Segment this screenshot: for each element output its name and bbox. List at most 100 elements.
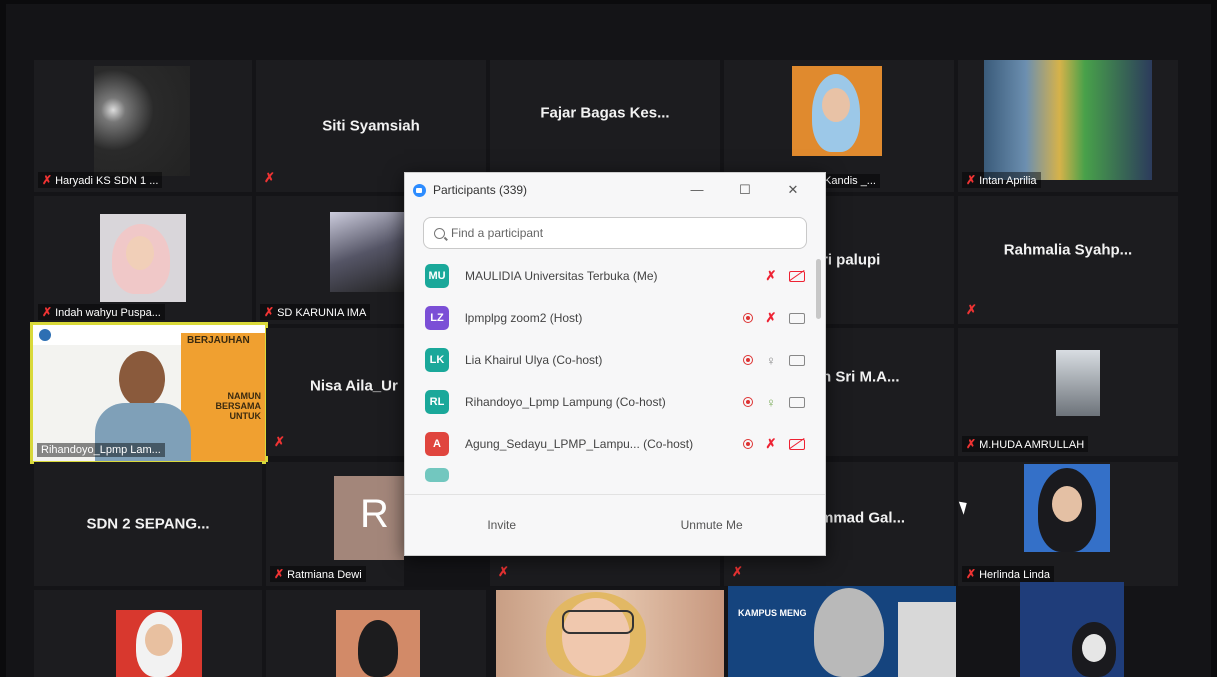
video-tile-unnamed[interactable]: ✗ bbox=[490, 556, 720, 586]
avatar: LZ bbox=[425, 306, 449, 330]
recording-icon bbox=[743, 313, 753, 323]
video-tile-sri[interactable]: h Sri M.A... bbox=[818, 328, 954, 456]
participant-row[interactable]: LZ lpmplpg zoom2 (Host) ✗ bbox=[405, 297, 825, 339]
participant-video bbox=[898, 602, 956, 677]
participant-video bbox=[126, 236, 154, 270]
video-icon[interactable] bbox=[789, 396, 805, 408]
mic-muted-icon: ✗ bbox=[966, 567, 977, 581]
participant-video bbox=[330, 212, 404, 292]
participant-name: Lia Khairul Ulya (Co-host) bbox=[465, 353, 603, 367]
mic-muted-icon: ✗ bbox=[966, 302, 977, 317]
participant-video bbox=[814, 588, 884, 677]
invite-button[interactable]: Invite bbox=[473, 512, 530, 538]
participant-name-label: ✗ SD KARUNIA IMA bbox=[260, 304, 371, 320]
video-tile-row5-5[interactable] bbox=[1020, 582, 1124, 677]
participant-name-label: ✗ Haryadi KS SDN 1 ... bbox=[38, 172, 163, 188]
video-tile-herlinda[interactable]: ✗ Herlinda Linda bbox=[958, 462, 1178, 586]
video-tile-karunia[interactable]: ✗ SD KARUNIA IMA bbox=[256, 196, 404, 324]
search-icon bbox=[434, 227, 445, 239]
participants-footer: Invite Unmute Me bbox=[405, 494, 825, 555]
video-off-icon[interactable] bbox=[789, 438, 805, 450]
mic-muted-icon: ✗ bbox=[732, 564, 743, 579]
participant-list[interactable]: MU MAULIDIA Universitas Terbuka (Me) ✗ L… bbox=[405, 255, 825, 501]
video-tile-haryadi[interactable]: ✗ Haryadi KS SDN 1 ... bbox=[34, 60, 252, 192]
participant-row[interactable]: RL Rihandoyo_Lpmp Lampung (Co-host) ♀ bbox=[405, 381, 825, 423]
participant-search-input[interactable]: Find a participant bbox=[423, 217, 807, 249]
participant-name: lpmplpg zoom2 (Host) bbox=[465, 311, 583, 325]
participant-name-label: ✗ Indah wahyu Puspa... bbox=[38, 304, 165, 320]
participant-row[interactable]: MU MAULIDIA Universitas Terbuka (Me) ✗ bbox=[405, 255, 825, 297]
participant-name-label: ✗ Ratmiana Dewi bbox=[270, 566, 366, 582]
mic-muted-icon[interactable]: ✗ bbox=[763, 268, 779, 284]
participant-name-label: Rihandoyo_Lpmp Lam... bbox=[37, 443, 165, 457]
mic-muted-icon: ✗ bbox=[264, 305, 275, 319]
mic-muted-icon: ✗ bbox=[264, 170, 275, 185]
recording-icon bbox=[743, 439, 753, 449]
video-tile-rihandoyo-active-speaker[interactable]: BERJAUHAN NAMUN BERSAMA UNTUK Rihandoyo_… bbox=[30, 322, 268, 464]
participant-name-label: ✗ Intan Aprilia bbox=[962, 172, 1041, 188]
video-tile-nisa[interactable]: Nisa Aila_Ur ✗ bbox=[266, 328, 404, 456]
recording-icon bbox=[743, 397, 753, 407]
participant-row[interactable]: A Agung_Sedayu_LPMP_Lampu... (Co-host) ✗ bbox=[405, 423, 825, 465]
avatar: RL bbox=[425, 390, 449, 414]
participant-name: SDN 2 SEPANG... bbox=[86, 515, 210, 533]
mic-muted-icon: ✗ bbox=[274, 434, 285, 449]
slide-text: BERJAUHAN bbox=[187, 335, 250, 346]
mic-muted-icon: ✗ bbox=[42, 305, 53, 319]
mic-active-icon[interactable]: ♀ bbox=[763, 395, 779, 410]
participants-window[interactable]: Participants (339) — ☐ ✕ Find a particip… bbox=[404, 172, 826, 556]
participant-name: Rahmalia Syahp... bbox=[1003, 241, 1133, 259]
mic-muted-icon: ✗ bbox=[42, 173, 53, 187]
avatar: LK bbox=[425, 348, 449, 372]
video-tile-huda[interactable]: ✗ M.HUDA AMRULLAH bbox=[958, 328, 1178, 456]
avatar: MU bbox=[425, 264, 449, 288]
participants-titlebar[interactable]: Participants (339) — ☐ ✕ bbox=[405, 173, 825, 207]
participant-video bbox=[94, 66, 190, 176]
mic-muted-icon[interactable]: ✗ bbox=[763, 436, 779, 452]
minimize-button[interactable]: — bbox=[673, 182, 721, 198]
participant-row[interactable]: LK Lia Khairul Ulya (Co-host) ♀ bbox=[405, 339, 825, 381]
participant-name-label: ✗ M.HUDA AMRULLAH bbox=[962, 436, 1089, 452]
video-off-icon[interactable] bbox=[789, 270, 805, 282]
participant-name: mmad Gal... bbox=[820, 509, 906, 527]
video-tile-sdn2[interactable]: SDN 2 SEPANG... bbox=[34, 462, 262, 586]
video-tile-kampus[interactable]: KAMPUS MENG bbox=[728, 586, 956, 677]
mic-icon[interactable]: ♀ bbox=[763, 353, 779, 368]
participant-name-label: ✗ Herlinda Linda bbox=[962, 566, 1054, 582]
close-button[interactable]: ✕ bbox=[769, 182, 817, 198]
video-icon[interactable] bbox=[789, 312, 805, 324]
participant-row-partial[interactable] bbox=[405, 465, 825, 485]
video-tile-row5-1[interactable] bbox=[34, 590, 262, 677]
scrollbar[interactable] bbox=[816, 259, 821, 319]
participant-name: ri palupi bbox=[822, 251, 881, 269]
video-icon[interactable] bbox=[789, 354, 805, 366]
unmute-me-button[interactable]: Unmute Me bbox=[667, 512, 757, 538]
participant-name-label: Kandis _... bbox=[820, 174, 880, 188]
video-tile-intan[interactable]: ✗ Intan Aprilia bbox=[958, 60, 1178, 192]
participant-video bbox=[1082, 634, 1106, 662]
avatar bbox=[425, 468, 449, 482]
video-tile-indah[interactable]: ✗ Indah wahyu Puspa... bbox=[34, 196, 252, 324]
participant-name: Fajar Bagas Kes... bbox=[540, 104, 670, 122]
participant-name: Siti Syamsiah bbox=[322, 117, 420, 135]
zoom-gallery-view: ✗ Haryadi KS SDN 1 ... Siti Syamsiah ✗ Fa… bbox=[6, 4, 1211, 677]
maximize-button[interactable]: ☐ bbox=[721, 182, 769, 198]
mic-muted-icon[interactable]: ✗ bbox=[763, 310, 779, 326]
avatar-initial: R bbox=[360, 492, 389, 536]
video-tile-ratmiana[interactable]: R ✗ Ratmiana Dewi bbox=[266, 462, 404, 586]
recording-icon bbox=[743, 355, 753, 365]
video-tile-row5-2[interactable] bbox=[266, 590, 486, 677]
participant-name: Agung_Sedayu_LPMP_Lampu... (Co-host) bbox=[465, 437, 694, 451]
mic-muted-icon: ✗ bbox=[966, 437, 977, 451]
search-placeholder: Find a participant bbox=[451, 226, 544, 240]
video-tile-rahmalia[interactable]: Rahmalia Syahp... ✗ bbox=[958, 196, 1178, 324]
participant-video bbox=[822, 88, 850, 122]
video-tile-palupi[interactable]: ri palupi bbox=[818, 196, 954, 324]
participant-video bbox=[1052, 486, 1082, 522]
zoom-logo-icon bbox=[413, 183, 426, 197]
mic-muted-icon: ✗ bbox=[274, 567, 285, 581]
glasses-icon bbox=[562, 610, 634, 634]
video-tile-row5-3[interactable] bbox=[496, 590, 724, 677]
participant-name: Nisa Aila_Ur bbox=[310, 377, 398, 395]
participant-video bbox=[984, 60, 1152, 180]
